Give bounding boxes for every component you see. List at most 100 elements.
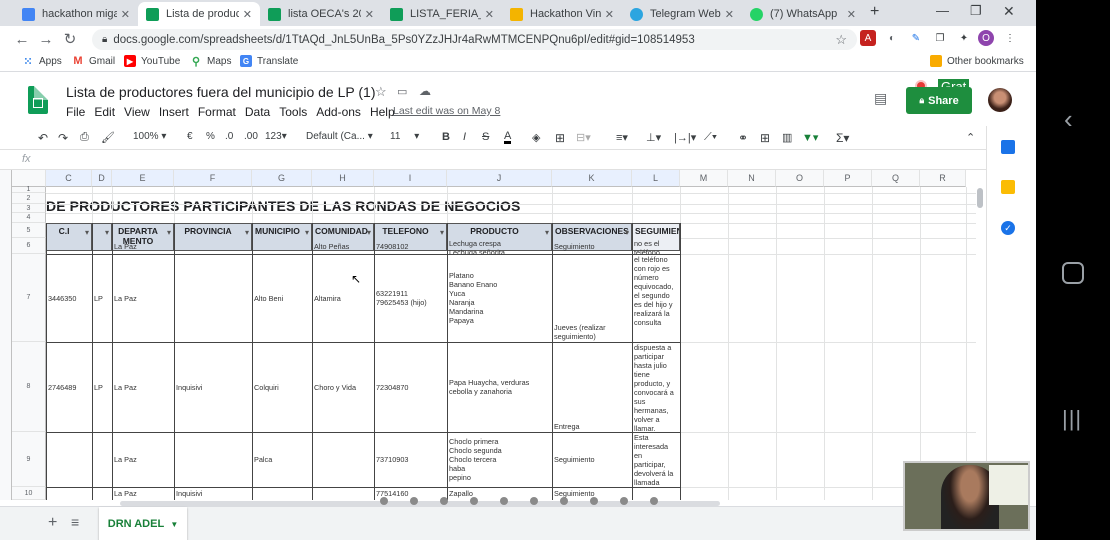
- menu-format[interactable]: Format: [198, 105, 236, 119]
- filter-icon[interactable]: ▾: [305, 228, 309, 237]
- column-header-h[interactable]: H: [312, 170, 374, 187]
- functions-icon[interactable]: Σ▾: [836, 131, 849, 145]
- table-cell[interactable]: Choclo primera Choclo segunda Choclo ter…: [449, 437, 551, 482]
- font-size-select[interactable]: 11 ▾: [390, 131, 419, 142]
- page-dot[interactable]: [470, 497, 478, 505]
- column-header-k[interactable]: K: [552, 170, 632, 187]
- page-dot[interactable]: [500, 497, 508, 505]
- table-cell[interactable]: 73710903: [376, 455, 446, 464]
- close-window-button[interactable]: ✕: [1003, 3, 1015, 20]
- add-sheet-icon[interactable]: +: [48, 514, 57, 532]
- strikethrough-icon[interactable]: S: [482, 131, 489, 143]
- italic-icon[interactable]: I: [463, 131, 466, 143]
- page-dot[interactable]: [590, 497, 598, 505]
- bookmark-gmail[interactable]: M Gmail: [72, 55, 115, 67]
- align-left-icon[interactable]: ≡▾: [616, 131, 628, 144]
- home-square-icon[interactable]: [1062, 262, 1084, 284]
- browser-tab-telegram[interactable]: Telegram Web ✕: [622, 2, 742, 26]
- page-dot[interactable]: [380, 497, 388, 505]
- menu-insert[interactable]: Insert: [159, 105, 189, 119]
- filter-icon[interactable]: ▾: [440, 228, 444, 237]
- browser-tab-hackathon-miga[interactable]: hackathon miga ✕: [14, 2, 138, 26]
- filter-icon[interactable]: ▾: [85, 228, 89, 237]
- table-cell[interactable]: Choro y Vida: [314, 383, 373, 392]
- vertical-scrollbar[interactable]: [977, 188, 983, 208]
- extension-icon[interactable]: ✎: [908, 30, 924, 46]
- merge-cells-icon[interactable]: ⊟▾: [576, 131, 591, 144]
- text-rotation-icon[interactable]: ⟋▾: [704, 131, 717, 144]
- filter-icon[interactable]: ▾: [105, 228, 109, 237]
- filter-icon[interactable]: ▾: [545, 228, 549, 237]
- row-header-3[interactable]: 3: [12, 204, 46, 213]
- table-cell[interactable]: 63221911 79625453 (hijo): [376, 289, 446, 307]
- table-cell[interactable]: Alto Peñas: [314, 242, 373, 251]
- table-cell[interactable]: La Paz: [114, 489, 173, 498]
- page-dot[interactable]: [650, 497, 658, 505]
- collapse-chevron-icon[interactable]: ⌃: [966, 131, 975, 144]
- close-tab-icon[interactable]: ✕: [485, 8, 494, 21]
- table-cell[interactable]: Palca: [254, 455, 311, 464]
- menu-file[interactable]: File: [66, 105, 85, 119]
- star-icon[interactable]: ☆: [835, 32, 847, 48]
- table-cell[interactable]: LP: [94, 383, 111, 392]
- browser-tab-hackathon-vincul[interactable]: Hackathon Vincul ✕: [502, 2, 622, 26]
- page-dot[interactable]: [410, 497, 418, 505]
- table-cell[interactable]: La Paz: [114, 455, 173, 464]
- last-edit-link[interactable]: Last edit was on May 8: [393, 105, 500, 117]
- vertical-align-icon[interactable]: ⊥▾: [646, 131, 661, 144]
- page-dot[interactable]: [620, 497, 628, 505]
- paint-format-icon[interactable]: 🖌︎: [101, 131, 115, 144]
- minimize-button[interactable]: —: [936, 3, 949, 18]
- share-button[interactable]: 🔒︎ Share: [906, 87, 972, 114]
- select-all-corner[interactable]: [12, 170, 46, 187]
- text-wrap-icon[interactable]: |→|▾: [674, 131, 696, 144]
- fill-color-icon[interactable]: ◈: [532, 131, 540, 144]
- document-title[interactable]: Lista de productores fuera del municipio…: [66, 84, 375, 100]
- spreadsheet-grid[interactable]: DE PRODUCTORES PARTICIPANTES DE LAS ROND…: [0, 170, 976, 500]
- table-cell[interactable]: Lechuga crespa Lechuga señorita: [449, 239, 551, 254]
- url-bar[interactable]: 🔒︎ docs.google.com/spreadsheets/d/1TtAQd…: [92, 29, 857, 50]
- close-tab-icon[interactable]: ✕: [243, 8, 252, 21]
- table-cell[interactable]: 72304870: [376, 383, 446, 392]
- pdf-extension-icon[interactable]: A: [860, 30, 876, 46]
- page-dot[interactable]: [440, 497, 448, 505]
- browser-tab-lista-feria[interactable]: LISTA_FERIA_ECOL ✕: [382, 2, 502, 26]
- extension-icon[interactable]: ❐: [932, 30, 948, 46]
- bold-icon[interactable]: B: [442, 131, 450, 143]
- column-header-o[interactable]: O: [776, 170, 824, 187]
- back-icon[interactable]: ←: [14, 31, 30, 48]
- insert-chart-icon[interactable]: ▥: [782, 131, 792, 144]
- column-header-r[interactable]: R: [920, 170, 966, 187]
- column-header-g[interactable]: G: [252, 170, 312, 187]
- table-cell[interactable]: Platano Banano Enano Yuca Naranja Mandar…: [449, 271, 551, 325]
- extension-icon[interactable]: ◐: [884, 30, 900, 46]
- row-header-4[interactable]: 4: [12, 213, 46, 223]
- currency-button[interactable]: €: [187, 131, 193, 142]
- table-cell[interactable]: 74908102: [376, 242, 446, 251]
- filter-icon[interactable]: ▾: [367, 228, 371, 237]
- filter-icon[interactable]: ▼▾: [802, 131, 818, 144]
- new-tab-button[interactable]: +: [870, 3, 879, 21]
- recents-lines-icon[interactable]: |||: [1062, 406, 1082, 432]
- table-header-cell[interactable]: ▾: [92, 223, 112, 251]
- filter-icon[interactable]: ▾: [167, 228, 171, 237]
- back-chevron-icon[interactable]: ‹: [1064, 104, 1073, 135]
- row-header-7[interactable]: 7: [12, 254, 46, 342]
- table-cell[interactable]: La Paz: [114, 294, 173, 303]
- forward-icon[interactable]: →: [38, 31, 54, 48]
- print-icon[interactable]: ⎙: [80, 131, 89, 144]
- row-header-8[interactable]: 8: [12, 342, 46, 432]
- menu-edit[interactable]: Edit: [94, 105, 115, 119]
- column-header-m[interactable]: M: [680, 170, 728, 187]
- table-cell[interactable]: el teléfono con rojo es número equivocad…: [634, 255, 679, 327]
- column-header-l[interactable]: L: [632, 170, 680, 187]
- table-cell[interactable]: dispuesta a participar hasta julio tiene…: [634, 343, 679, 432]
- menu-addons[interactable]: Add-ons: [316, 105, 361, 119]
- browser-tab-lista-productores[interactable]: Lista de producto ✕: [138, 2, 260, 26]
- table-cell[interactable]: Inquisivi: [176, 489, 251, 498]
- page-dot[interactable]: [560, 497, 568, 505]
- table-cell[interactable]: 2746489: [48, 383, 91, 392]
- column-header-i[interactable]: I: [374, 170, 447, 187]
- bookmark-maps[interactable]: ⚲ Maps: [190, 55, 231, 68]
- row-header-6[interactable]: 6: [12, 238, 46, 254]
